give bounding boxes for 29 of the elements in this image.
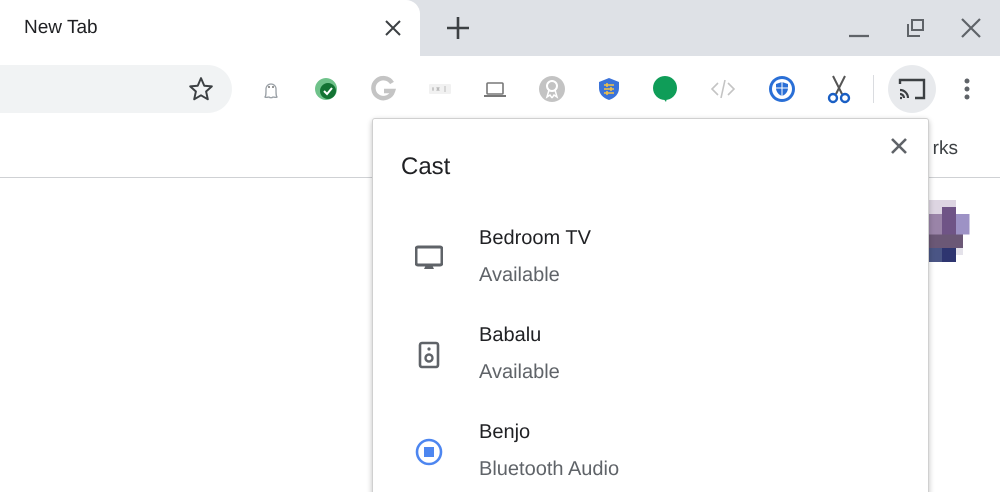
browser-tab[interactable]: New Tab <box>0 0 420 56</box>
close-icon[interactable] <box>960 17 982 39</box>
device-item[interactable]: Benjo Bluetooth Audio <box>373 403 928 492</box>
close-icon[interactable] <box>384 19 402 37</box>
bookmark-label[interactable]: rks <box>932 135 958 164</box>
device-item[interactable]: Babalu Available <box>373 306 928 403</box>
device-status: Available <box>479 263 561 288</box>
tab-title: New Tab <box>24 16 99 40</box>
close-icon[interactable] <box>890 137 908 155</box>
check-badge-icon[interactable] <box>314 77 338 101</box>
monitor-icon <box>415 244 443 272</box>
dialog-title: Cast <box>401 152 450 182</box>
shield-badge-icon[interactable] <box>768 75 796 103</box>
device-status: Bluetooth Audio <box>479 457 620 482</box>
menu-icon[interactable] <box>963 77 971 101</box>
device-status: Available <box>479 360 560 385</box>
device-name: Babalu <box>479 323 542 348</box>
shield-sliders-icon[interactable] <box>597 77 621 101</box>
device-item[interactable]: Bedroom TV Available <box>373 209 928 306</box>
restore-icon[interactable] <box>905 18 925 38</box>
scissors-icon[interactable] <box>827 74 851 104</box>
stop-icon <box>415 438 443 466</box>
device-name: Benjo <box>479 420 532 445</box>
device-name: Bedroom TV <box>479 226 591 251</box>
plus-icon[interactable] <box>447 17 469 39</box>
star-icon[interactable] <box>188 76 214 102</box>
cast-icon <box>898 77 926 101</box>
chat-bubble-icon[interactable] <box>652 76 678 102</box>
cast-button[interactable] <box>888 65 936 113</box>
